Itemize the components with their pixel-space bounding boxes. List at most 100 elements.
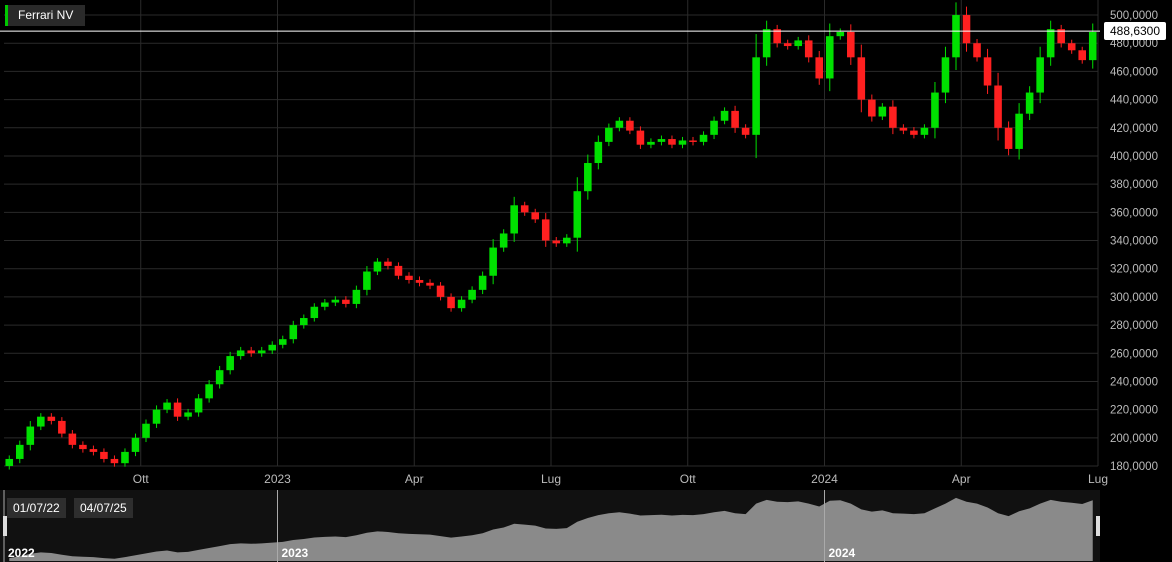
- candle-body[interactable]: [194, 398, 203, 413]
- navigator-chart[interactable]: 2022202320242025: [0, 490, 1172, 562]
- candle-body[interactable]: [1025, 92, 1034, 114]
- candle-body[interactable]: [394, 265, 403, 276]
- candle-body[interactable]: [352, 289, 361, 304]
- candle-body[interactable]: [994, 85, 1002, 128]
- candle-body[interactable]: [941, 57, 950, 93]
- candle-body[interactable]: [257, 350, 266, 354]
- candle-body[interactable]: [783, 43, 792, 47]
- candle-body[interactable]: [615, 120, 624, 128]
- candle-body[interactable]: [741, 127, 750, 135]
- candle-body[interactable]: [405, 275, 413, 280]
- candle-body[interactable]: [983, 57, 992, 86]
- candle-body[interactable]: [47, 416, 56, 421]
- candle-body[interactable]: [79, 444, 87, 450]
- candle-body[interactable]: [847, 31, 855, 58]
- candle-body[interactable]: [300, 318, 308, 326]
- candle-body[interactable]: [457, 299, 466, 309]
- candle-body[interactable]: [636, 130, 645, 145]
- candle-body[interactable]: [1067, 43, 1076, 51]
- candle-body[interactable]: [562, 237, 571, 244]
- candle-body[interactable]: [331, 299, 340, 303]
- candle-body[interactable]: [121, 451, 129, 464]
- candle-body[interactable]: [278, 339, 287, 345]
- candle-body[interactable]: [541, 219, 550, 241]
- candle-body[interactable]: [37, 416, 45, 427]
- candle-body[interactable]: [878, 106, 887, 117]
- candle-body[interactable]: [478, 275, 487, 290]
- candle-body[interactable]: [58, 420, 66, 434]
- candle-body[interactable]: [226, 356, 234, 371]
- candle-body[interactable]: [868, 99, 876, 117]
- candle-body[interactable]: [415, 279, 424, 283]
- candle-body[interactable]: [321, 302, 329, 307]
- candle-body[interactable]: [68, 433, 77, 445]
- candle-body[interactable]: [573, 191, 582, 238]
- range-start-label[interactable]: 01/07/22: [7, 498, 66, 518]
- candle-body[interactable]: [531, 212, 540, 220]
- candle-body[interactable]: [899, 127, 908, 131]
- candle-body[interactable]: [794, 40, 802, 47]
- candle-body[interactable]: [668, 139, 676, 145]
- navigator-handle-right[interactable]: [1096, 516, 1100, 536]
- candle-body[interactable]: [184, 412, 192, 417]
- candle-body[interactable]: [142, 423, 150, 438]
- candle-body[interactable]: [499, 233, 508, 248]
- candle-body[interactable]: [205, 384, 213, 399]
- candle-body[interactable]: [910, 130, 918, 135]
- candle-body[interactable]: [363, 271, 371, 290]
- candle-body[interactable]: [289, 325, 298, 340]
- candle-body[interactable]: [26, 426, 35, 445]
- candle-body[interactable]: [436, 285, 445, 297]
- candle-body[interactable]: [173, 402, 182, 417]
- candle-body[interactable]: [342, 299, 350, 304]
- candle-body[interactable]: [215, 370, 224, 385]
- candle-body[interactable]: [468, 289, 476, 300]
- series-legend[interactable]: Ferrari NV: [5, 5, 86, 26]
- candle-body[interactable]: [857, 57, 866, 100]
- candle-body[interactable]: [1046, 29, 1055, 58]
- candle-body[interactable]: [310, 306, 319, 319]
- candle-body[interactable]: [804, 40, 813, 58]
- candle-body[interactable]: [889, 106, 897, 128]
- range-end-label[interactable]: 04/07/25: [74, 498, 133, 518]
- candle-body[interactable]: [489, 247, 497, 276]
- candle-body[interactable]: [626, 120, 634, 131]
- candle-body[interactable]: [510, 205, 518, 234]
- candle-body[interactable]: [100, 451, 108, 459]
- candle-body[interactable]: [952, 15, 960, 58]
- candle-body[interactable]: [5, 458, 14, 466]
- candle-body[interactable]: [962, 15, 971, 44]
- candle-body[interactable]: [1004, 127, 1013, 149]
- candle-body[interactable]: [520, 205, 529, 213]
- candle-body[interactable]: [15, 444, 24, 459]
- candle-body[interactable]: [1088, 31, 1097, 61]
- candle-body[interactable]: [247, 350, 255, 354]
- candle-body[interactable]: [426, 282, 434, 286]
- candle-body[interactable]: [584, 163, 592, 192]
- candle-body[interactable]: [605, 127, 613, 142]
- candle-body[interactable]: [152, 409, 161, 424]
- candle-body[interactable]: [815, 57, 824, 79]
- candle-body[interactable]: [647, 141, 655, 145]
- navigator-handle-left[interactable]: [3, 516, 7, 536]
- candle-body[interactable]: [110, 458, 119, 464]
- candle-body[interactable]: [920, 127, 929, 135]
- candle-body[interactable]: [678, 140, 687, 145]
- candle-body[interactable]: [973, 43, 981, 58]
- candle-body[interactable]: [825, 36, 834, 79]
- candle-body[interactable]: [384, 261, 392, 266]
- candle-body[interactable]: [1036, 57, 1044, 93]
- candle-body[interactable]: [689, 140, 697, 142]
- candle-body[interactable]: [1015, 113, 1023, 149]
- candle-body[interactable]: [594, 141, 603, 164]
- candle-body[interactable]: [163, 402, 171, 410]
- candle-body[interactable]: [931, 92, 939, 128]
- candle-body[interactable]: [710, 120, 718, 135]
- candle-body[interactable]: [236, 350, 245, 357]
- candle-body[interactable]: [752, 57, 760, 135]
- candle-body[interactable]: [1078, 50, 1087, 61]
- candle-body[interactable]: [373, 261, 382, 272]
- candlestick-chart[interactable]: 180,0000200,0000220,0000240,0000260,0000…: [0, 0, 1172, 490]
- candle-body[interactable]: [89, 449, 98, 452]
- candle-body[interactable]: [731, 110, 739, 128]
